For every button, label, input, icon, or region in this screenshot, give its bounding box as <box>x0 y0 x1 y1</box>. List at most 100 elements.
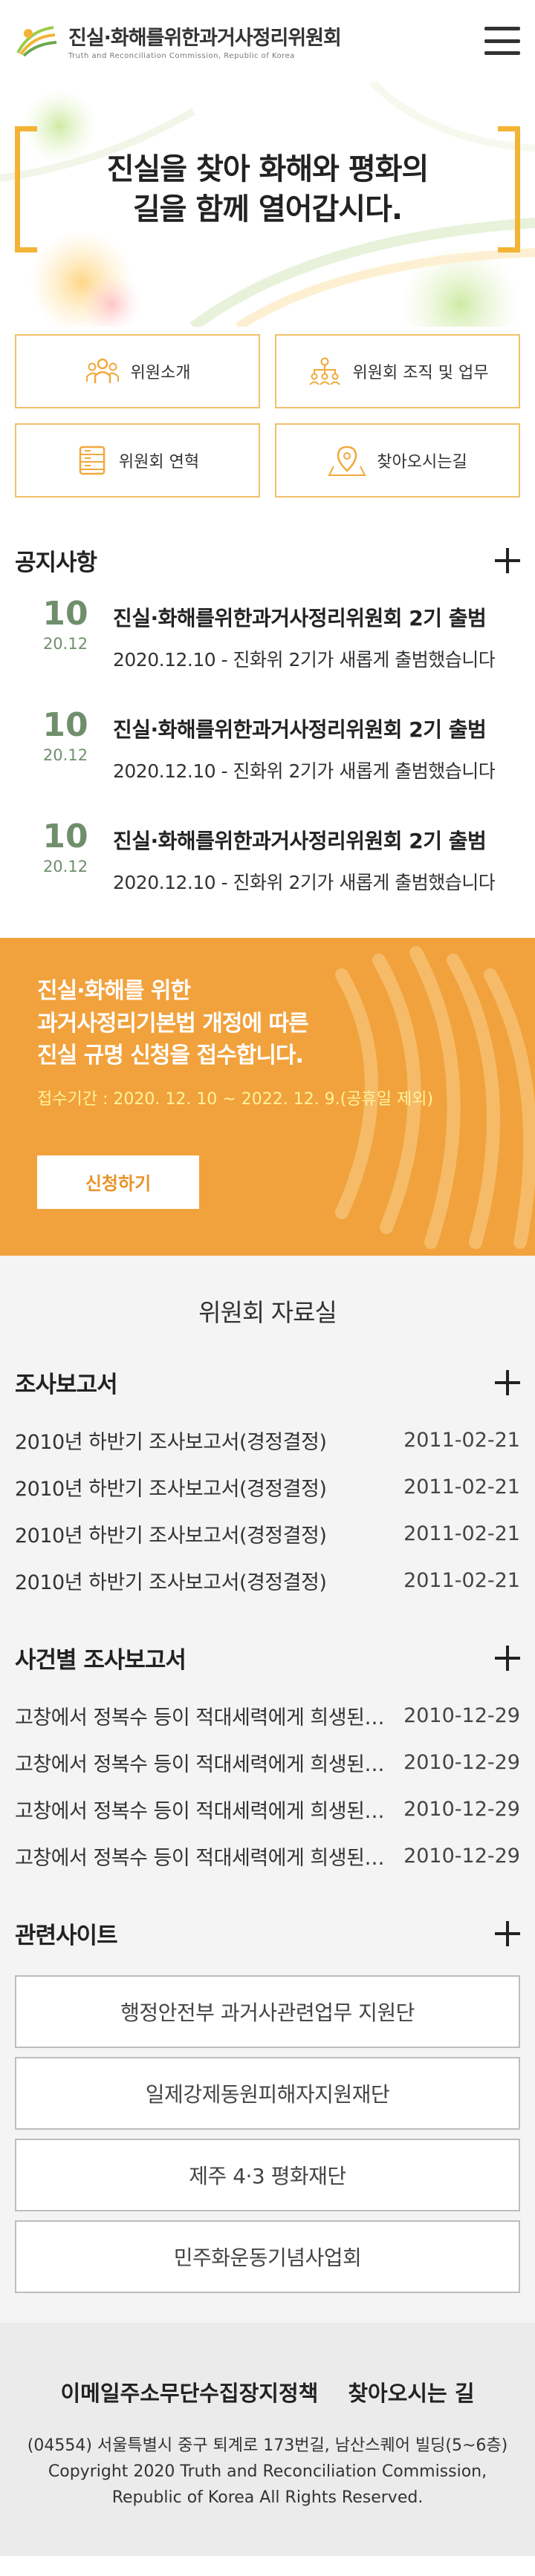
report-date: 2011-02-21 <box>403 1476 520 1499</box>
notice-day: 10 <box>42 706 88 744</box>
footer-copyright-line1: Copyright 2020 Truth and Reconciliation … <box>48 2462 487 2482</box>
reports-title: 조사보고서 <box>15 1372 118 1398</box>
case-reports-list: 고창에서 정복수 등이 적대세력에게 희생된 사건 2010-12-29 고창에… <box>0 1675 535 1879</box>
case-report-row[interactable]: 고창에서 정복수 등이 적대세력에게 희생된 사건 2010-12-29 <box>15 1739 520 1786</box>
report-date: 2011-02-21 <box>403 1522 520 1545</box>
archive-title: 위원회 자료실 <box>198 1298 337 1327</box>
notice-date: 10 20.12 <box>30 706 101 765</box>
banner-line1: 진실·화해를 위한 <box>37 978 191 1004</box>
notice-header: 공지사항 <box>0 544 535 577</box>
case-report-title: 고창에서 정복수 등이 적대세력에게 희생된 사건 <box>15 1800 386 1823</box>
footer-email-policy-link[interactable]: 이메일주소무단수집장지정책 <box>60 2376 318 2407</box>
banner-line3: 진실 규명 신청을 접수합니다. <box>37 1043 304 1069</box>
notice-item-desc: 2020.12.10 - 진화위 2기가 새롭게 출범했습니다 <box>113 872 496 893</box>
case-report-row[interactable]: 고창에서 정복수 등이 적대세력에게 희생된 사건 2010-12-29 <box>15 1833 520 1879</box>
hero-section: 진실을 찾아 화해와 평화의 길을 함께 열어갑시다. <box>0 82 535 327</box>
quick-link-organization[interactable]: 위원회 조직 및 업무 <box>275 334 520 408</box>
case-report-title: 고창에서 정복수 등이 적대세력에게 희생된 사건 <box>15 1706 386 1729</box>
related-sites-header: 관련사이트 <box>0 1917 535 1950</box>
reports-list: 2010년 하반기 조사보고서(경정결정) 2011-02-21 2010년 하… <box>0 1399 535 1604</box>
notice-item-title: 진실·화해를위한과거사정리위원회 2기 출범 <box>113 606 487 630</box>
related-site-link[interactable]: 일제강제동원피해자지원재단 <box>15 2057 520 2130</box>
notice-day: 10 <box>42 595 88 633</box>
case-report-title: 고창에서 정복수 등이 적대세력에게 희생된 사건 <box>15 1753 386 1776</box>
notice-item[interactable]: 10 20.12 진실·화해를위한과거사정리위원회 2기 출범 2020.12.… <box>30 821 520 932</box>
case-report-row[interactable]: 고창에서 정복수 등이 적대세력에게 희생된 사건 2010-12-29 <box>15 1692 520 1739</box>
notice-item[interactable]: 10 20.12 진실·화해를위한과거사정리위원회 2기 출범 2020.12.… <box>30 709 520 821</box>
site-title: 진실·화해를위한과거사정리위원회 <box>68 27 342 50</box>
notice-date: 10 20.12 <box>30 598 101 653</box>
reports-more-plus-icon[interactable] <box>495 1369 520 1395</box>
notice-year-month: 20.12 <box>42 635 88 653</box>
case-report-title: 고창에서 정복수 등이 적대세력에게 희생된 사건 <box>15 1847 386 1870</box>
report-row[interactable]: 2010년 하반기 조사보고서(경정결정) 2011-02-21 <box>15 1557 520 1604</box>
related-site-link[interactable]: 행정안전부 과거사관련업무 지원단 <box>15 1975 520 2048</box>
archive-section: 위원회 자료실 조사보고서 2010년 하반기 조사보고서(경정결정) 2011… <box>0 1256 535 2323</box>
application-banner: 진실·화해를 위한 과거사정리기본법 개정에 따른 진실 규명 신청을 접수합니… <box>0 938 535 1256</box>
case-reports-more-plus-icon[interactable] <box>495 1645 520 1671</box>
notice-section: 공지사항 10 20.12 진실·화해를위한과거사정리위원회 2기 출범 202… <box>0 544 535 932</box>
banner-period: 접수기간 : 2020. 12. 10 ~ 2022. 12. 9.(공휴일 제… <box>37 1089 434 1109</box>
footer-copyright-line2: Republic of Korea All Rights Reserved. <box>111 2488 424 2508</box>
report-title: 2010년 하반기 조사보고서(경정결정) <box>15 1478 327 1501</box>
case-report-date: 2010-12-29 <box>403 1845 520 1868</box>
history-icon <box>79 446 106 475</box>
quick-link-members[interactable]: 위원소개 <box>15 334 260 408</box>
notice-year-month: 20.12 <box>42 858 88 875</box>
notice-item-title: 진실·화해를위한과거사정리위원회 2기 출범 <box>113 829 487 853</box>
hero-slogan: 진실을 찾아 화해와 평화의 길을 함께 열어갑시다. <box>107 149 429 229</box>
quick-link-history[interactable]: 위원회 연혁 <box>15 423 260 498</box>
banner-message: 진실·화해를 위한 과거사정리기본법 개정에 따른 진실 규명 신청을 접수합니… <box>37 975 535 1072</box>
site-logo[interactable]: 진실·화해를위한과거사정리위원회 Truth and Reconciliatio… <box>15 22 342 60</box>
related-sites-title: 관련사이트 <box>15 1923 118 1949</box>
quick-link-label: 찾아오시는길 <box>377 453 467 472</box>
report-title: 2010년 하반기 조사보고서(경정결정) <box>15 1431 327 1454</box>
notice-more-plus-icon[interactable] <box>495 547 520 573</box>
report-date: 2011-02-21 <box>403 1569 520 1592</box>
notice-title: 공지사항 <box>15 550 97 576</box>
related-sites-list: 행정안전부 과거사관련업무 지원단 일제강제동원피해자지원재단 제주 4·3 평… <box>0 1950 535 2293</box>
related-sites-more-plus-icon[interactable] <box>495 1920 520 1946</box>
site-footer: 이메일주소무단수집장지정책 찾아오시는 길 (04554) 서울특별시 중구 퇴… <box>0 2323 535 2556</box>
report-title: 2010년 하반기 조사보고서(경정결정) <box>15 1571 327 1594</box>
site-header: 진실·화해를위한과거사정리위원회 Truth and Reconciliatio… <box>0 0 535 82</box>
apply-button[interactable]: 신청하기 <box>37 1155 199 1209</box>
report-row[interactable]: 2010년 하반기 조사보고서(경정결정) 2011-02-21 <box>15 1510 520 1557</box>
hero-slogan-line1: 진실을 찾아 화해와 평화의 <box>106 152 429 186</box>
report-row[interactable]: 2010년 하반기 조사보고서(경정결정) 2011-02-21 <box>15 1417 520 1464</box>
hero-slogan-line2: 길을 함께 열어갑시다. <box>132 192 403 226</box>
related-site-link[interactable]: 제주 4·3 평화재단 <box>15 2139 520 2211</box>
notice-item[interactable]: 10 20.12 진실·화해를위한과거사정리위원회 2기 출범 2020.12.… <box>30 598 520 709</box>
case-reports-header: 사건별 조사보고서 <box>0 1641 535 1675</box>
notice-list: 10 20.12 진실·화해를위한과거사정리위원회 2기 출범 2020.12.… <box>0 577 535 932</box>
footer-address: (04554) 서울특별시 중구 퇴계로 173번길, 남산스퀘어 빌딩(5~6… <box>27 2436 508 2455</box>
notice-day: 10 <box>42 818 88 855</box>
map-pin-icon <box>328 446 366 476</box>
reports-header: 조사보고서 <box>0 1366 535 1399</box>
notice-item-title: 진실·화해를위한과거사정리위원회 2기 출범 <box>113 717 487 742</box>
report-row[interactable]: 2010년 하반기 조사보고서(경정결정) 2011-02-21 <box>15 1464 520 1510</box>
notice-year-month: 20.12 <box>42 746 88 764</box>
footer-directions-link[interactable]: 찾아오시는 길 <box>348 2376 474 2407</box>
organization-icon <box>308 357 340 385</box>
quick-link-label: 위원소개 <box>130 364 191 382</box>
quick-link-label: 위원회 조직 및 업무 <box>352 364 489 382</box>
related-site-link[interactable]: 민주화운동기념사업회 <box>15 2220 520 2293</box>
quick-link-directions[interactable]: 찾아오시는길 <box>275 423 520 498</box>
hamburger-menu-icon[interactable] <box>484 27 520 55</box>
quick-links: 위원소개 위원회 조직 및 업무 위원회 연혁 찾아오시는길 <box>0 327 535 498</box>
quick-link-label: 위원회 연혁 <box>118 453 200 472</box>
report-title: 2010년 하반기 조사보고서(경정결정) <box>15 1525 327 1548</box>
notice-date: 10 20.12 <box>30 818 101 876</box>
case-report-date: 2010-12-29 <box>403 1751 520 1774</box>
case-reports-title: 사건별 조사보고서 <box>15 1647 187 1674</box>
report-date: 2011-02-21 <box>403 1429 520 1452</box>
footer-links: 이메일주소무단수집장지정책 찾아오시는 길 <box>15 2376 520 2407</box>
hero-slogan-box: 진실을 찾아 화해와 평화의 길을 함께 열어갑시다. <box>15 126 520 252</box>
hero-left-bracket <box>15 126 37 252</box>
notice-item-desc: 2020.12.10 - 진화위 2기가 새롭게 출범했습니다 <box>113 649 496 671</box>
hero-right-bracket <box>498 126 520 252</box>
case-report-row[interactable]: 고창에서 정복수 등이 적대세력에게 희생된 사건 2010-12-29 <box>15 1786 520 1833</box>
banner-line2: 과거사정리기본법 개정에 따른 <box>37 1010 309 1037</box>
trc-logo-icon <box>16 26 57 57</box>
